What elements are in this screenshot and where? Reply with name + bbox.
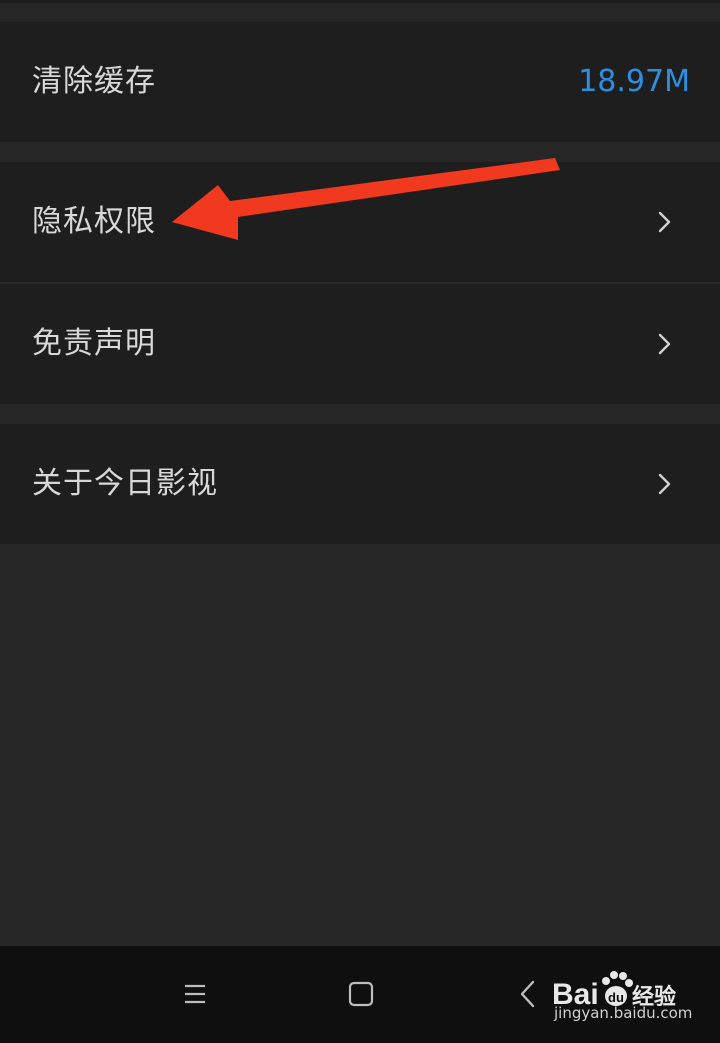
home-icon[interactable] [343, 976, 379, 1012]
disclaimer-row[interactable]: 免责声明 [0, 284, 720, 404]
clear-cache-row[interactable]: 清除缓存 18.97M [0, 22, 720, 142]
clear-cache-label: 清除缓存 [32, 64, 156, 99]
menu-icon[interactable] [177, 976, 213, 1012]
about-row[interactable]: 关于今日影视 [0, 424, 720, 544]
chevron-right-icon [658, 211, 671, 233]
chevron-right-icon [658, 333, 671, 355]
privacy-permissions-label: 隐私权限 [32, 204, 156, 239]
cache-size-value: 18.97M [578, 64, 690, 99]
top-edge [0, 0, 720, 3]
back-icon[interactable] [510, 976, 546, 1012]
paw-logo: du [602, 971, 633, 1006]
chevron-right-icon [658, 473, 671, 495]
about-label: 关于今日影视 [32, 466, 218, 501]
disclaimer-label: 免责声明 [32, 326, 156, 361]
annotation-arrow [172, 158, 560, 240]
watermark-url: jingyan.baidu.com [554, 1004, 693, 1022]
svg-text:du: du [608, 990, 624, 1005]
